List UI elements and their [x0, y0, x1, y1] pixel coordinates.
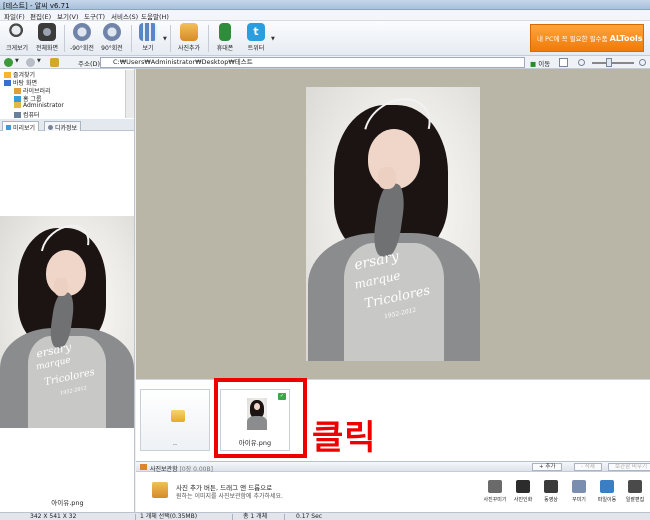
address-label: 주소(D): [78, 60, 101, 68]
menu-bar: 파일(F) 편집(E) 보기(V) 도구(T) 서비스(S) 도움말(H): [0, 10, 650, 21]
view-dropdown-arrow[interactable]: ▼: [163, 36, 167, 42]
back-icon[interactable]: [4, 58, 13, 67]
zoom-slider-thumb[interactable]: [606, 58, 612, 67]
tree-item-administrator[interactable]: Administrator: [14, 102, 64, 109]
move-file-icon: [600, 480, 614, 493]
tree-item-computer[interactable]: 컴퓨터: [14, 110, 40, 119]
zoom-view-button[interactable]: 크게보기: [1, 23, 33, 54]
photobox-remove-button[interactable]: - 삭제: [574, 463, 602, 471]
folder-tree: 즐겨찾기 바탕 화면 라이브러리 홈 그룹 Administrator 컴퓨터: [0, 69, 135, 119]
go-button[interactable]: ■ 이동: [530, 58, 550, 68]
menu-file[interactable]: 파일(F): [4, 11, 25, 21]
photobox-icon: [140, 464, 147, 470]
move-file-button[interactable]: 파일이동: [594, 480, 620, 503]
photobox-clear-button[interactable]: 보관함 비우기: [608, 463, 650, 471]
address-path: C:₩Users₩Administrator₩Desktop₩테스트: [113, 58, 253, 66]
video-icon: [544, 480, 558, 493]
add-photo-icon: [180, 23, 198, 41]
folder-icon: [171, 410, 185, 422]
status-total: 총 1 개체: [243, 513, 268, 520]
twitter-icon: t: [247, 23, 265, 41]
menu-edit[interactable]: 편집(E): [30, 11, 51, 21]
rotate-right-button[interactable]: 90°회전: [96, 23, 128, 54]
fullscreen-button[interactable]: 전체화면: [31, 23, 63, 54]
preview-tab-icon: [6, 125, 11, 130]
status-separator: [135, 514, 136, 520]
zoom-slider-track[interactable]: [592, 62, 634, 64]
grid-view-icon: [139, 23, 157, 41]
user-folder-icon: [14, 102, 21, 108]
tab-preview[interactable]: 미리보기: [2, 121, 40, 132]
photobox-add-icon: [152, 482, 168, 498]
back-dropdown-arrow[interactable]: ▼: [15, 58, 19, 64]
add-photo-button[interactable]: 사진추가: [173, 23, 205, 54]
main-image: ersary marque Tricolores 1952-2012: [306, 87, 480, 361]
highlight-box: [214, 378, 307, 458]
view-button[interactable]: 보기: [132, 23, 164, 54]
image-viewer: ersary marque Tricolores 1952-2012: [136, 69, 650, 379]
title-bar: [테스트] - 알씨 v6.71: [0, 0, 650, 10]
menu-help[interactable]: 도움말(H): [141, 11, 169, 21]
twitter-dropdown-arrow[interactable]: ▼: [271, 36, 275, 42]
altools-banner[interactable]: 내 PC에 꼭 필요한 필수품 ALTools: [530, 24, 644, 52]
sort-icon[interactable]: [559, 58, 568, 67]
menu-tools[interactable]: 도구(T): [84, 11, 105, 21]
decorate-icon: [488, 480, 502, 493]
camera-icon: [38, 23, 56, 41]
rotate-right-icon: [103, 23, 121, 41]
decorate-photo-button[interactable]: 사진꾸미기: [482, 480, 508, 503]
left-pane-tabs: 미리보기 디카정보: [0, 119, 135, 132]
address-bar: ▼ ▼ 주소(D) C:₩Users₩Administrator₩Desktop…: [0, 56, 650, 69]
banner-text: 내 PC에 꼭 필요한 필수품: [537, 35, 608, 43]
print-photo-button[interactable]: 사진인화: [510, 480, 536, 503]
photobox-panel: 사진 추가 버튼, 드래그 앤 드롭으로 원하는 이미지를 사진보관함에 추가하…: [136, 472, 650, 512]
zoom-out-icon[interactable]: [578, 59, 585, 66]
frame-button[interactable]: 꾸미기: [566, 480, 592, 503]
twitter-button[interactable]: t 트위터: [240, 23, 272, 54]
photobox-message-line2: 원하는 이미지를 사진보관함에 추가하세요.: [176, 493, 283, 500]
forward-icon[interactable]: [26, 58, 35, 67]
computer-icon: [14, 112, 21, 118]
batch-edit-button[interactable]: 일괄편집: [622, 480, 648, 503]
zoom-in-icon[interactable]: [639, 59, 646, 66]
menu-view[interactable]: 보기(V): [57, 11, 78, 21]
print-photo-icon: [516, 480, 530, 493]
preview-filename: 아이유.png: [51, 499, 84, 507]
toolbar-separator: [64, 25, 65, 52]
phone-button[interactable]: 휴대폰: [209, 23, 241, 54]
address-input[interactable]: C:₩Users₩Administrator₩Desktop₩테스트: [100, 57, 525, 68]
status-selection: 1 개체 선택(0.35MB): [140, 513, 198, 520]
banner-brand: ALTools: [609, 34, 643, 43]
status-separator: [284, 514, 285, 520]
frame-icon: [572, 480, 586, 493]
photobox-add-button[interactable]: + 추가: [532, 463, 563, 471]
menu-service[interactable]: 서비스(S): [111, 11, 138, 21]
status-time: 0.17 Sec: [296, 513, 323, 520]
camera-info-tab-icon: [48, 125, 53, 130]
batch-edit-icon: [628, 480, 642, 493]
preview-image: ersary marque Tricolores 1952-2012: [0, 216, 134, 428]
rotate-left-button[interactable]: -90°회전: [66, 23, 98, 54]
up-folder-icon[interactable]: [50, 58, 59, 67]
toolbar-separator: [170, 25, 171, 52]
tab-camera-info[interactable]: 디카정보: [44, 121, 82, 132]
status-bar: 342 X 541 X 32 1 개체 선택(0.35MB) 총 1 개체 0.…: [0, 512, 650, 520]
forward-dropdown-arrow[interactable]: ▼: [37, 58, 41, 64]
video-button[interactable]: 동영상: [538, 480, 564, 503]
tree-scrollbar[interactable]: [125, 70, 134, 118]
go-icon: ■: [530, 60, 539, 68]
rotate-left-icon: [73, 23, 91, 41]
magnifier-icon: [8, 23, 26, 41]
preview-pane: ersary marque Tricolores 1952-2012: [0, 131, 135, 512]
status-separator: [232, 514, 233, 520]
photobox-header: 사진보관함 [0장 0.00B] + 추가 - 삭제 보관함 비우기: [136, 461, 650, 473]
phone-export-icon: [219, 23, 231, 41]
click-annotation: 클릭: [312, 418, 377, 458]
status-dimensions: 342 X 541 X 32: [30, 513, 77, 520]
desktop-icon: [4, 80, 11, 86]
thumbnail-parent-folder[interactable]: ..: [140, 389, 210, 451]
